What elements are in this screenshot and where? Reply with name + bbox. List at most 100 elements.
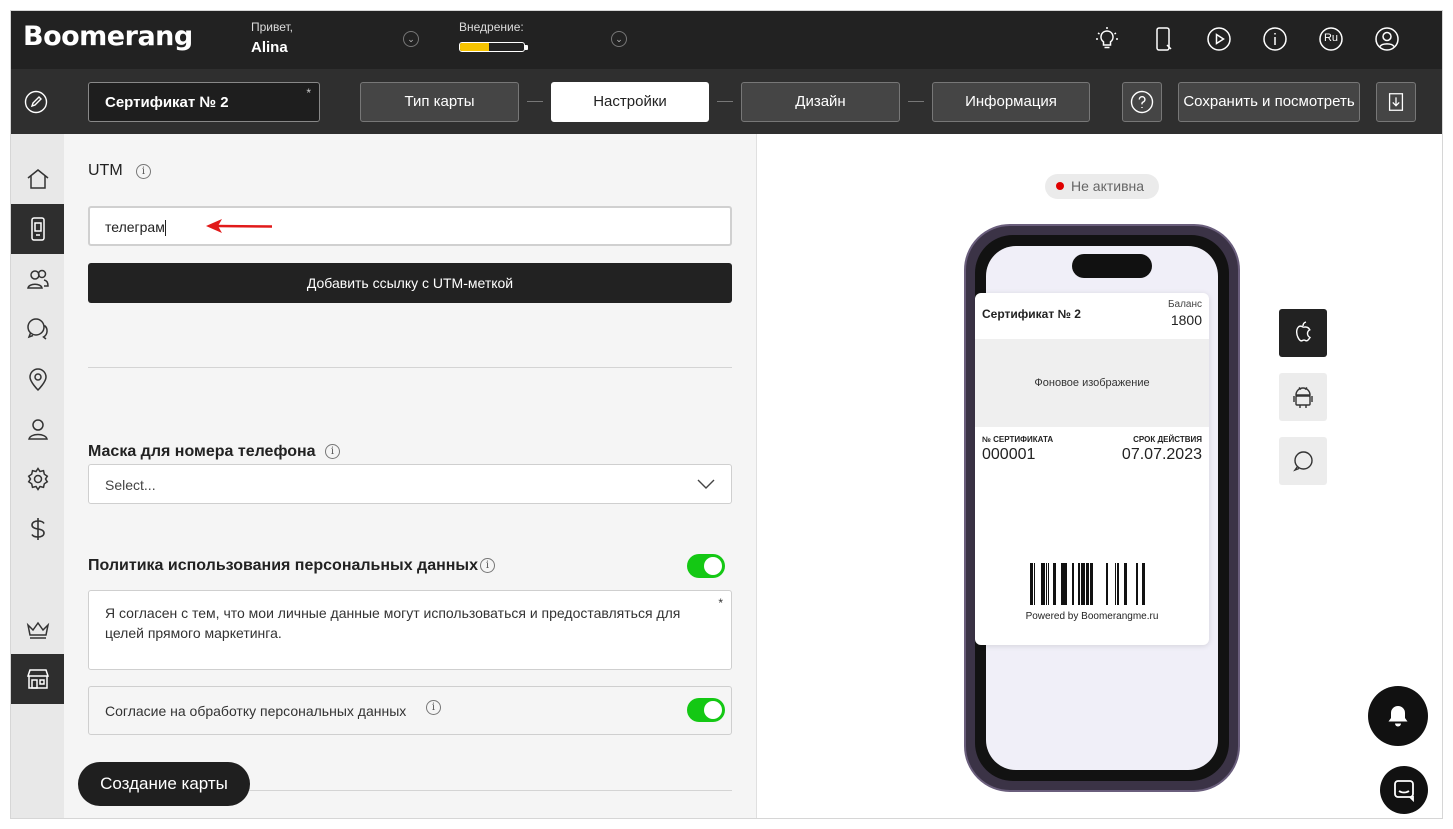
play-icon[interactable] xyxy=(1205,25,1233,53)
consent-row: Согласие на обработку персональных данны… xyxy=(88,686,732,735)
barcode-bar xyxy=(1115,563,1116,605)
lightbulb-icon[interactable] xyxy=(1093,25,1121,53)
mobile-icon[interactable] xyxy=(1149,25,1177,53)
sidebar-item-premium[interactable] xyxy=(11,604,64,654)
certificate-number-value: 000001 xyxy=(982,446,1036,463)
sidebar-item-locations[interactable] xyxy=(11,354,64,404)
privacy-info-icon[interactable]: i xyxy=(480,558,495,573)
phone-mockup: Сертификат № 2 Баланс 1800 Фоновое изобр… xyxy=(964,224,1240,792)
card-preview-panel: Не активна Сертификат № 2 Баланс 1800 Фо… xyxy=(756,134,1442,818)
required-mark: * xyxy=(306,86,311,100)
barcode-bar xyxy=(1062,563,1065,605)
barcode-bar xyxy=(1090,563,1093,605)
add-utm-link-button[interactable]: Добавить ссылку с UTM-меткой xyxy=(88,263,732,303)
sidebar-item-profile[interactable] xyxy=(11,404,64,454)
implementation-progress-bar xyxy=(459,42,525,52)
account-icon[interactable] xyxy=(1373,25,1401,53)
utm-input-value: телеграм xyxy=(105,219,165,235)
card-title: Сертификат № 2 xyxy=(982,307,1081,321)
support-chat-button[interactable] xyxy=(1380,766,1428,814)
barcode-bar xyxy=(1041,563,1042,605)
barcode-bar xyxy=(1083,563,1084,605)
consent-info-icon[interactable]: i xyxy=(426,700,441,715)
edit-pencil-icon[interactable] xyxy=(24,90,48,114)
step-separator xyxy=(717,101,733,102)
phone-mask-value: Select... xyxy=(105,477,156,493)
step-settings[interactable]: Настройки xyxy=(551,82,709,122)
expiry-label: СРОК ДЕЙСТВИЯ xyxy=(1133,435,1202,444)
user-name[interactable]: Alina xyxy=(251,39,288,56)
background-image-placeholder: Фоновое изображение xyxy=(975,339,1209,427)
sidebar-item-home[interactable] xyxy=(11,154,64,204)
save-and-preview-button[interactable]: Сохранить и посмотреть xyxy=(1178,82,1360,122)
platform-apple-button[interactable] xyxy=(1279,309,1327,357)
info-icon[interactable] xyxy=(1261,25,1289,53)
barcode-bar xyxy=(1081,563,1083,605)
barcode-bar xyxy=(1034,563,1035,605)
help-button[interactable] xyxy=(1122,82,1162,122)
step-design[interactable]: Дизайн xyxy=(741,82,900,122)
message-icon xyxy=(1293,451,1313,472)
implementation-chevron-icon[interactable]: ⌄ xyxy=(611,31,627,47)
sidebar xyxy=(11,134,64,818)
sidebar-item-settings[interactable] xyxy=(11,454,64,504)
create-card-button[interactable]: Создание карты xyxy=(78,762,250,806)
consent-label: Согласие на обработку персональных данны… xyxy=(105,703,407,719)
location-icon xyxy=(28,368,47,392)
divider xyxy=(88,367,732,368)
users-icon xyxy=(26,269,49,289)
expiry-value: 07.07.2023 xyxy=(1121,446,1202,463)
platform-android-button[interactable] xyxy=(1279,373,1327,421)
barcode-bar xyxy=(1042,563,1044,605)
sidebar-item-billing[interactable] xyxy=(11,504,64,554)
logo[interactable]: Boomerang xyxy=(23,21,193,52)
barcode-bar xyxy=(1072,563,1074,605)
phone-mask-select[interactable]: Select... xyxy=(88,464,732,504)
barcode-bar xyxy=(1142,563,1145,605)
toggle-knob xyxy=(704,701,722,719)
chat-bubble-icon xyxy=(1394,780,1414,803)
language-label: Ru xyxy=(1323,32,1339,44)
sidebar-item-clients[interactable] xyxy=(11,254,64,304)
download-button[interactable] xyxy=(1376,82,1416,122)
greeting-label: Привет, xyxy=(251,20,294,34)
sidebar-item-cards[interactable] xyxy=(11,204,64,254)
barcode-bar xyxy=(1065,563,1067,605)
barcode-bar xyxy=(1030,563,1032,605)
barcode-bar xyxy=(1117,563,1119,605)
sidebar-item-store[interactable] xyxy=(11,654,64,704)
language-button[interactable]: Ru xyxy=(1317,25,1345,53)
user-menu-chevron-icon[interactable]: ⌄ xyxy=(403,31,419,47)
platform-message-button[interactable] xyxy=(1279,437,1327,485)
barcode-bar xyxy=(1136,563,1137,605)
utm-input[interactable]: телеграм xyxy=(88,206,732,246)
certificate-number-label: № СЕРТИФИКАТА xyxy=(982,435,1054,444)
wallet-card: Сертификат № 2 Баланс 1800 Фоновое изобр… xyxy=(975,293,1209,645)
annotation-arrow-icon xyxy=(206,219,273,233)
notifications-button[interactable] xyxy=(1368,686,1428,746)
balance-label: Баланс xyxy=(1167,299,1202,310)
crown-icon xyxy=(26,621,49,639)
privacy-policy-label: Политика использования персональных данн… xyxy=(88,557,478,574)
barcode-bar xyxy=(1086,563,1089,605)
app-window: Boomerang Привет, Alina ⌄ Внедрение: ⌄ R… xyxy=(10,10,1443,819)
status-badge: Не активна xyxy=(1045,174,1159,199)
barcode-bar xyxy=(1061,563,1062,605)
phone-card-icon xyxy=(30,217,45,241)
privacy-toggle[interactable] xyxy=(687,554,725,578)
phone-mask-info-icon[interactable]: i xyxy=(325,444,340,459)
implementation-progress-fill xyxy=(460,43,489,51)
powered-by-text: Powered by Boomerangme.ru xyxy=(1025,611,1159,622)
utm-info-icon[interactable]: i xyxy=(136,164,151,179)
consent-toggle[interactable] xyxy=(687,698,725,722)
required-mark: * xyxy=(718,596,723,610)
step-information[interactable]: Информация xyxy=(932,82,1090,122)
utm-label: UTM xyxy=(88,162,123,179)
privacy-textarea[interactable]: Я согласен с тем, что мои личные данные … xyxy=(88,590,732,670)
bell-icon xyxy=(1388,706,1408,727)
sidebar-item-messages[interactable] xyxy=(11,304,64,354)
apple-icon xyxy=(1295,321,1311,342)
card-name-field[interactable]: Сертификат № 2 * xyxy=(88,82,320,122)
step-card-type[interactable]: Тип карты xyxy=(360,82,519,122)
barcode-bar xyxy=(1032,563,1033,605)
